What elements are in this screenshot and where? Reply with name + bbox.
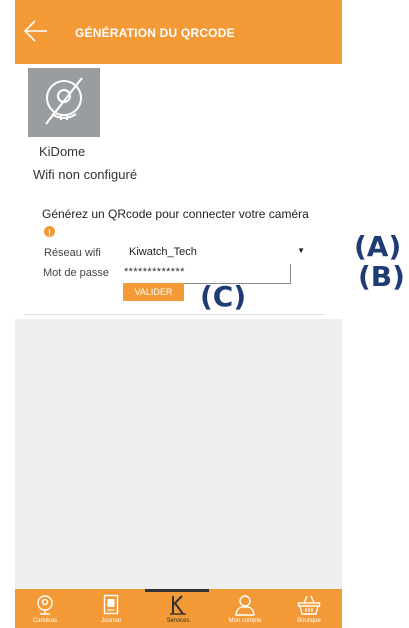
- tab-label: Mon compte: [228, 618, 262, 624]
- password-value: *************: [124, 266, 185, 278]
- annotation-b: (B): [358, 260, 405, 293]
- caret-down-icon: ▼: [297, 246, 305, 255]
- camera-disabled-icon: [45, 77, 83, 125]
- wifi-network-value: Kiwatch_Tech: [129, 246, 197, 258]
- back-arrow-icon[interactable]: [23, 18, 49, 44]
- tab-cameras[interactable]: Caméras: [15, 589, 75, 628]
- tab-boutique[interactable]: Boutique: [279, 589, 339, 628]
- camera-name: KiDome: [39, 144, 86, 159]
- tab-label: Services: [166, 618, 190, 624]
- tab-label: Caméras: [32, 618, 58, 624]
- password-label: Mot de passe: [43, 267, 110, 279]
- annotation-c: (C): [200, 280, 247, 313]
- page-title: GÉNÉRATION DU QRCODE: [75, 26, 235, 40]
- tab-account[interactable]: Mon compte: [215, 589, 275, 628]
- app-header: GÉNÉRATION DU QRCODE: [15, 0, 342, 64]
- validate-button[interactable]: VALIDER: [123, 283, 184, 301]
- kiwatch-k-icon: [170, 595, 186, 615]
- app-screen: GÉNÉRATION DU QRCODE KiDome Wifi non con…: [15, 0, 342, 628]
- camera-thumbnail[interactable]: [28, 68, 100, 137]
- tab-journal[interactable]: Journal: [81, 589, 141, 628]
- info-icon[interactable]: [44, 224, 55, 242]
- journal-icon: [103, 594, 119, 615]
- wifi-network-select[interactable]: Kiwatch_Tech ▼: [125, 244, 308, 262]
- basket-icon: [297, 595, 321, 615]
- tab-label: Boutique: [297, 618, 321, 624]
- annotation-a: (A): [354, 230, 402, 263]
- tab-services[interactable]: Services: [148, 589, 208, 628]
- empty-content-area: [15, 319, 342, 589]
- camera-icon: [37, 595, 53, 615]
- account-icon: [235, 595, 255, 616]
- divider: [25, 314, 325, 315]
- camera-status: Wifi non configuré: [33, 167, 138, 182]
- form-title-text: Générez un QRcode pour connecter votre c…: [42, 207, 309, 221]
- qrcode-form-title: Générez un QRcode pour connecter votre c…: [42, 205, 312, 242]
- tab-label: Journal: [101, 618, 121, 624]
- wifi-label: Réseau wifi: [44, 247, 101, 259]
